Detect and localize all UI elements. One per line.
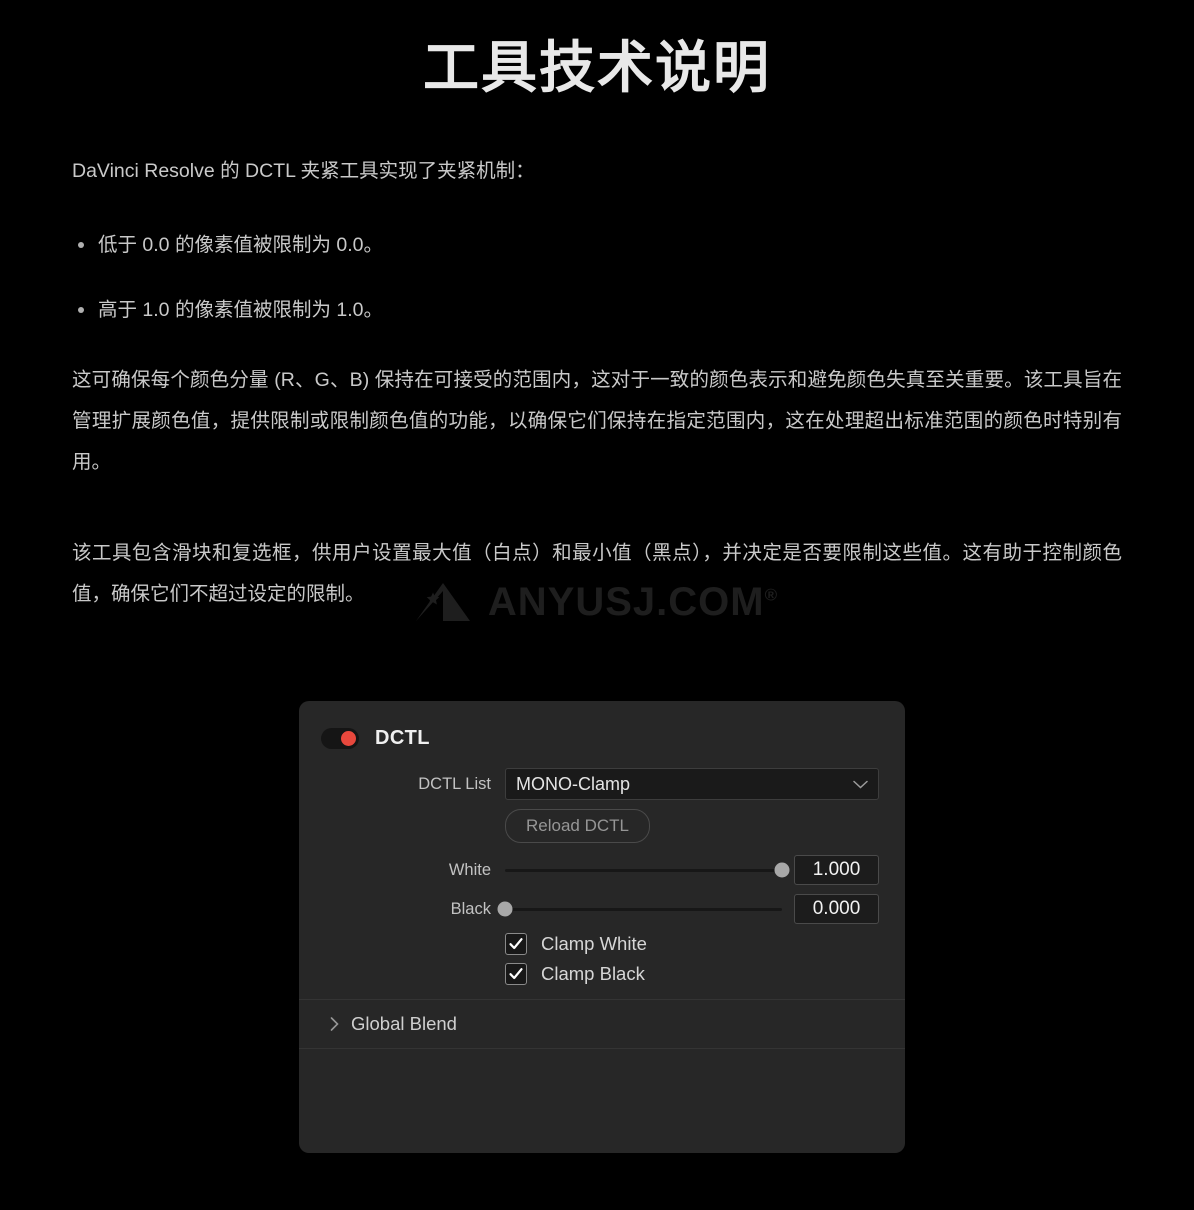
reload-dctl-row: Reload DCTL bbox=[299, 809, 879, 843]
white-slider-row: White 1.000 bbox=[299, 855, 879, 885]
page-title: 工具技术说明 bbox=[423, 36, 771, 99]
white-slider-label: White bbox=[448, 860, 491, 879]
white-slider[interactable] bbox=[505, 857, 790, 883]
dctl-panel-title: DCTL bbox=[375, 727, 430, 749]
clamp-rules-list: 低于 0.0 的像素值被限制为 0.0。 高于 1.0 的像素值被限制为 1.0… bbox=[72, 230, 1122, 326]
clamp-white-checkbox[interactable] bbox=[505, 933, 527, 955]
dctl-panel: DCTL DCTL List MONO-Clamp Reload DCTL Wh… bbox=[299, 701, 905, 1153]
white-slider-track bbox=[505, 868, 782, 872]
intro-paragraph: DaVinci Resolve 的 DCTL 夹紧工具实现了夹紧机制： bbox=[72, 160, 535, 183]
dctl-enable-toggle[interactable] bbox=[321, 728, 359, 749]
clamp-white-label: Clamp White bbox=[541, 933, 647, 954]
toggle-knob-icon bbox=[341, 731, 356, 746]
clamp-black-label: Clamp Black bbox=[541, 963, 645, 984]
black-slider-handle[interactable] bbox=[497, 901, 513, 917]
body-paragraph-1: 这可确保每个颜色分量 (R、G、B) 保持在可接受的范围内，这对于一致的颜色表示… bbox=[72, 368, 1122, 473]
list-item: 低于 0.0 的像素值被限制为 0.0。 bbox=[72, 230, 1122, 261]
dctl-list-label: DCTL List bbox=[418, 774, 491, 793]
check-icon bbox=[509, 968, 523, 980]
article-body: 工具技术说明 DaVinci Resolve 的 DCTL 夹紧工具实现了夹紧机… bbox=[0, 36, 1194, 615]
panel-divider-bottom bbox=[299, 1048, 905, 1049]
clamp-white-row[interactable]: Clamp White bbox=[299, 933, 879, 955]
clamp-black-row[interactable]: Clamp Black bbox=[299, 963, 879, 985]
check-icon bbox=[509, 938, 523, 950]
black-slider[interactable] bbox=[497, 896, 782, 922]
dctl-list-value: MONO-Clamp bbox=[516, 773, 631, 794]
black-slider-track bbox=[505, 907, 782, 911]
black-slider-row: Black 0.000 bbox=[299, 894, 879, 924]
dctl-list-select[interactable]: MONO-Clamp bbox=[505, 768, 879, 800]
reload-dctl-button[interactable]: Reload DCTL bbox=[505, 809, 650, 843]
white-slider-handle[interactable] bbox=[774, 862, 790, 878]
dctl-controls: DCTL List MONO-Clamp Reload DCTL White 1… bbox=[299, 750, 905, 985]
black-slider-label: Black bbox=[450, 899, 491, 918]
dctl-list-row: DCTL List MONO-Clamp bbox=[299, 768, 879, 800]
dctl-panel-header: DCTL bbox=[299, 701, 905, 750]
chevron-right-icon bbox=[330, 1017, 339, 1031]
list-item: 高于 1.0 的像素值被限制为 1.0。 bbox=[72, 295, 1122, 326]
global-blend-label: Global Blend bbox=[351, 1013, 457, 1034]
white-value-field[interactable]: 1.000 bbox=[794, 855, 879, 885]
body-paragraph-2: 该工具包含滑块和复选框，供用户设置最大值（白点）和最小值（黑点），并决定是否要限… bbox=[72, 541, 1122, 605]
global-blend-section[interactable]: Global Blend bbox=[299, 1000, 905, 1048]
chevron-down-icon bbox=[853, 780, 868, 789]
black-value-field[interactable]: 0.000 bbox=[794, 894, 879, 924]
clamp-black-checkbox[interactable] bbox=[505, 963, 527, 985]
